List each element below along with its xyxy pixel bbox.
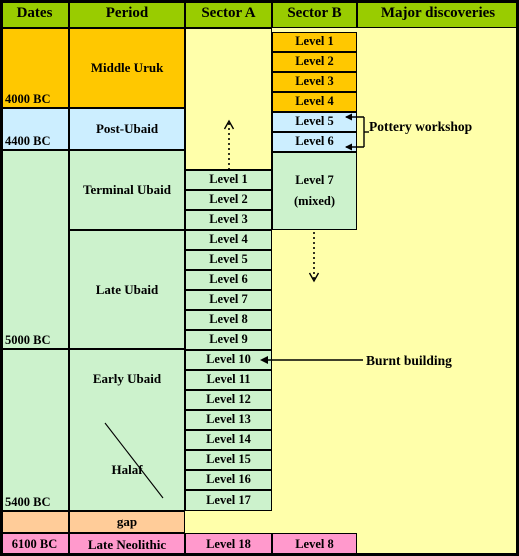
- sector-a-level-7: Level 7: [185, 290, 272, 310]
- sector-a-empty-upper: [185, 28, 272, 170]
- sector-a-level-10-label: Level 10: [206, 352, 251, 367]
- sector-a-level-6: Level 6: [185, 270, 272, 290]
- column-header-period-label: Period: [105, 5, 149, 22]
- sector-b-level-4-label: Level 4: [295, 94, 334, 109]
- sector-a-level-12-label: Level 12: [206, 392, 251, 407]
- sector-b-level-5-label: Level 5: [295, 114, 334, 129]
- date-label-4000bc: 4000 BC: [5, 91, 51, 106]
- period-label-late-ubaid: Late Ubaid: [95, 281, 159, 297]
- sector-a-level-2-label: Level 2: [209, 192, 248, 207]
- sector-b-level-7: Level 7 (mixed): [272, 152, 357, 230]
- sector-b-empty-lower: [272, 230, 357, 533]
- column-header-sector-a-label: Sector A: [201, 5, 256, 22]
- sector-b-level-3: Level 3: [272, 72, 357, 92]
- sector-b-level-3-label: Level 3: [295, 74, 334, 89]
- sector-a-level-17: Level 17: [185, 490, 272, 511]
- sector-b-level-7-note: (mixed): [294, 193, 335, 208]
- sector-a-level-11-label: Level 11: [206, 372, 251, 387]
- date-label-4400bc: 4400 BC: [5, 133, 51, 148]
- sector-a-level-14: Level 14: [185, 430, 272, 450]
- sector-b-level-2: Level 2: [272, 52, 357, 72]
- period-label-halaf: Halaf: [111, 462, 143, 478]
- column-header-sector-b-label: Sector B: [287, 5, 342, 22]
- period-label-late-neolithic: Late Neolithic: [87, 536, 167, 552]
- sector-a-level-12: Level 12: [185, 390, 272, 410]
- dates-cell-gap: [0, 511, 69, 533]
- column-header-dates: Dates: [0, 0, 69, 28]
- discovery-label-burnt-building: Burnt building: [366, 353, 452, 369]
- sector-a-level-4-label: Level 4: [209, 232, 248, 247]
- sector-a-level-13-label: Level 13: [206, 412, 251, 427]
- sector-a-level-8-label: Level 8: [209, 312, 248, 327]
- sector-b-level-6: Level 6: [272, 132, 357, 152]
- sector-a-level-10: Level 10: [185, 350, 272, 370]
- period-cell-late-ubaid: Late Ubaid: [69, 230, 185, 349]
- period-label-middle-uruk: Middle Uruk: [90, 60, 164, 76]
- sector-a-level-4: Level 4: [185, 230, 272, 250]
- sector-a-level-6-label: Level 6: [209, 272, 248, 287]
- date-label-5000bc: 5000 BC: [5, 332, 51, 347]
- dates-cell-4000bc: 4000 BC: [0, 28, 69, 108]
- column-header-major-discoveries: Major discoveries: [357, 0, 519, 28]
- sector-a-level-1-label: Level 1: [209, 172, 248, 187]
- sector-b-level-4: Level 4: [272, 92, 357, 112]
- sector-a-level-13: Level 13: [185, 410, 272, 430]
- sector-a-level-5: Level 5: [185, 250, 272, 270]
- dates-cell-4400bc: 4400 BC: [0, 108, 69, 150]
- column-header-sector-b: Sector B: [272, 0, 357, 28]
- period-cell-middle-uruk: Middle Uruk: [69, 28, 185, 108]
- sector-a-level-14-label: Level 14: [206, 432, 251, 447]
- period-cell-post-ubaid: Post-Ubaid: [69, 108, 185, 150]
- sector-b-level-8-label: Level 8: [295, 536, 334, 551]
- column-header-period: Period: [69, 0, 185, 28]
- period-cell-gap: gap: [69, 511, 185, 533]
- sector-a-level-18: Level 18: [185, 533, 272, 556]
- column-header-dates-label: Dates: [16, 5, 53, 22]
- column-header-sector-a: Sector A: [185, 0, 272, 28]
- dates-cell-5400bc: 5400 BC: [0, 349, 69, 511]
- sector-a-level-11: Level 11: [185, 370, 272, 390]
- period-label-early-ubaid: Early Ubaid: [92, 371, 162, 387]
- period-label-early-ubaid-wrap: Early Ubaid: [69, 349, 185, 409]
- sector-a-level-16-label: Level 16: [206, 472, 251, 487]
- sector-a-level-9: Level 9: [185, 330, 272, 350]
- dates-cell-6100bc: 6100 BC: [0, 533, 69, 556]
- sector-a-level-3: Level 3: [185, 210, 272, 230]
- period-label-post-ubaid: Post-Ubaid: [95, 121, 159, 137]
- sector-a-level-15-label: Level 15: [206, 452, 251, 467]
- discovery-burnt-building-text: Burnt building: [366, 353, 452, 368]
- column-header-major-discoveries-label: Major discoveries: [380, 5, 496, 22]
- period-label-gap: gap: [116, 514, 138, 530]
- sector-a-level-2: Level 2: [185, 190, 272, 210]
- major-discoveries-body: [357, 28, 519, 556]
- sector-b-level-5: Level 5: [272, 112, 357, 132]
- sector-a-level-7-label: Level 7: [209, 292, 248, 307]
- sector-a-level-16: Level 16: [185, 470, 272, 490]
- date-label-5400bc: 5400 BC: [5, 494, 51, 509]
- period-label-halaf-wrap: Halaf: [69, 440, 185, 500]
- sector-a-level-18-label: Level 18: [206, 536, 251, 551]
- sector-b-level-7-label: Level 7: [295, 173, 334, 188]
- sector-a-level-8: Level 8: [185, 310, 272, 330]
- dates-cell-5000bc: 5000 BC: [0, 150, 69, 349]
- period-label-terminal-ubaid: Terminal Ubaid: [82, 182, 171, 198]
- sector-a-gap-blank: [185, 511, 272, 533]
- period-cell-terminal-ubaid: Terminal Ubaid: [69, 150, 185, 230]
- sector-b-level-6-label: Level 6: [295, 134, 334, 149]
- sector-b-level-2-label: Level 2: [295, 54, 334, 69]
- date-label-6100bc: 6100 BC: [11, 536, 58, 551]
- period-cell-late-neolithic: Late Neolithic: [69, 533, 185, 556]
- discovery-label-pottery-workshop: Pottery workshop: [369, 119, 472, 135]
- sector-b-level-1: Level 1: [272, 32, 357, 52]
- sector-a-level-9-label: Level 9: [209, 332, 248, 347]
- sector-b-level-8: Level 8: [272, 533, 357, 556]
- sector-a-level-5-label: Level 5: [209, 252, 248, 267]
- discovery-pottery-workshop-text: Pottery workshop: [369, 119, 473, 134]
- stratigraphy-chart: Dates Period Sector A Sector B Major dis…: [0, 0, 519, 556]
- sector-a-level-1: Level 1: [185, 170, 272, 190]
- sector-a-level-3-label: Level 3: [209, 212, 248, 227]
- sector-b-level-1-label: Level 1: [295, 34, 334, 49]
- sector-a-level-15: Level 15: [185, 450, 272, 470]
- sector-a-level-17-label: Level 17: [206, 492, 251, 507]
